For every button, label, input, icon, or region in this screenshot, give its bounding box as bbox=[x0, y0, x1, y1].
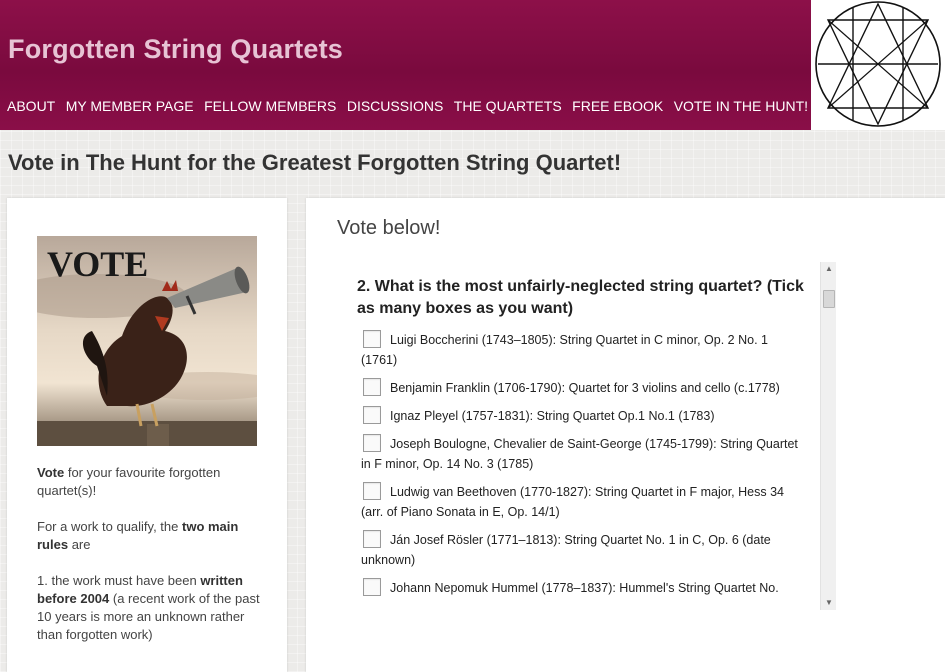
main-panel: Vote below! 2. What is the most unfairly… bbox=[306, 198, 945, 672]
option-label: Benjamin Franklin (1706-1790): Quartet f… bbox=[390, 381, 780, 395]
option-boccherini[interactable]: Luigi Boccherini (1743–1805): String Qua… bbox=[361, 330, 801, 370]
nav-about[interactable]: ABOUT bbox=[7, 98, 55, 114]
sidebar-paragraph-1: Vote for your favourite forgotten quarte… bbox=[37, 464, 272, 500]
checkbox[interactable] bbox=[363, 578, 381, 596]
option-hummel[interactable]: Johann Nepomuk Hummel (1778–1837): Humme… bbox=[361, 578, 801, 598]
option-label: Joseph Boulogne, Chevalier de Saint-Geor… bbox=[361, 437, 798, 471]
nav-my-member-page[interactable]: MY MEMBER PAGE bbox=[66, 98, 194, 114]
option-label: Ján Josef Rösler (1771–1813): String Qua… bbox=[361, 533, 771, 567]
sidebar-text: Vote for your favourite forgotten quarte… bbox=[37, 464, 272, 662]
site-title[interactable]: Forgotten String Quartets bbox=[8, 34, 343, 65]
option-rosler[interactable]: Ján Josef Rösler (1771–1813): String Qua… bbox=[361, 530, 801, 570]
sidebar-p2-start: For a work to qualify, the bbox=[37, 519, 182, 534]
option-label: Luigi Boccherini (1743–1805): String Qua… bbox=[361, 333, 768, 367]
nav-vote-in-the-hunt[interactable]: VOTE IN THE HUNT! bbox=[674, 98, 808, 114]
form-scrollbar[interactable]: ▲ ▼ bbox=[820, 262, 836, 610]
question-title: 2. What is the most unfairly-neglected s… bbox=[357, 278, 804, 317]
scrollbar-thumb[interactable] bbox=[823, 290, 835, 308]
checkbox[interactable] bbox=[363, 330, 381, 348]
main-nav: ABOUT MY MEMBER PAGE FELLOW MEMBERS DISC… bbox=[7, 98, 819, 114]
checkbox[interactable] bbox=[363, 378, 381, 396]
sidebar-paragraph-2: For a work to qualify, the two main rule… bbox=[37, 518, 272, 554]
sidebar-paragraph-3: 1. the work must have been written befor… bbox=[37, 572, 272, 644]
option-label: Ignaz Pleyel (1757-1831): String Quartet… bbox=[390, 409, 715, 423]
scroll-up-icon[interactable]: ▲ bbox=[821, 262, 837, 276]
vote-image-caption: VOTE bbox=[47, 244, 148, 284]
checkbox[interactable] bbox=[363, 482, 381, 500]
nav-discussions[interactable]: DISCUSSIONS bbox=[347, 98, 443, 114]
sidebar-p1-bold: Vote bbox=[37, 465, 65, 480]
option-pleyel[interactable]: Ignaz Pleyel (1757-1831): String Quartet… bbox=[361, 406, 801, 426]
option-beethoven[interactable]: Ludwig van Beethoven (1770-1827): String… bbox=[361, 482, 801, 522]
vote-form[interactable]: 2. What is the most unfairly-neglected s… bbox=[342, 262, 836, 610]
checkbox[interactable] bbox=[363, 530, 381, 548]
checkbox[interactable] bbox=[363, 406, 381, 424]
vote-below-heading: Vote below! bbox=[337, 217, 441, 239]
star-circle-logo-icon bbox=[815, 1, 941, 127]
option-saint-george[interactable]: Joseph Boulogne, Chevalier de Saint-Geor… bbox=[361, 434, 801, 474]
sidebar-p1-rest: for your favourite forgotten quartet(s)! bbox=[37, 465, 221, 498]
nav-fellow-members[interactable]: FELLOW MEMBERS bbox=[204, 98, 336, 114]
sidebar-p3-start: 1. the work must have been bbox=[37, 573, 201, 588]
checkbox[interactable] bbox=[363, 434, 381, 452]
options-list: Luigi Boccherini (1743–1805): String Qua… bbox=[361, 330, 801, 606]
option-label: Ludwig van Beethoven (1770-1827): String… bbox=[361, 485, 784, 519]
nav-the-quartets[interactable]: THE QUARTETS bbox=[454, 98, 562, 114]
sidebar-p2-end: are bbox=[68, 537, 91, 552]
option-franklin[interactable]: Benjamin Franklin (1706-1790): Quartet f… bbox=[361, 378, 801, 398]
site-logo[interactable] bbox=[811, 0, 945, 130]
nav-free-ebook[interactable]: FREE EBOOK bbox=[572, 98, 663, 114]
scroll-down-icon[interactable]: ▼ bbox=[821, 596, 837, 610]
vote-rooster-image: VOTE bbox=[37, 236, 257, 446]
site-header: Forgotten String Quartets ABOUT MY MEMBE… bbox=[0, 0, 811, 130]
sidebar-panel: VOTE Vote for your favourite forgotten q… bbox=[7, 198, 287, 672]
page-title: Vote in The Hunt for the Greatest Forgot… bbox=[8, 150, 622, 175]
option-label: Johann Nepomuk Hummel (1778–1837): Humme… bbox=[390, 581, 779, 595]
